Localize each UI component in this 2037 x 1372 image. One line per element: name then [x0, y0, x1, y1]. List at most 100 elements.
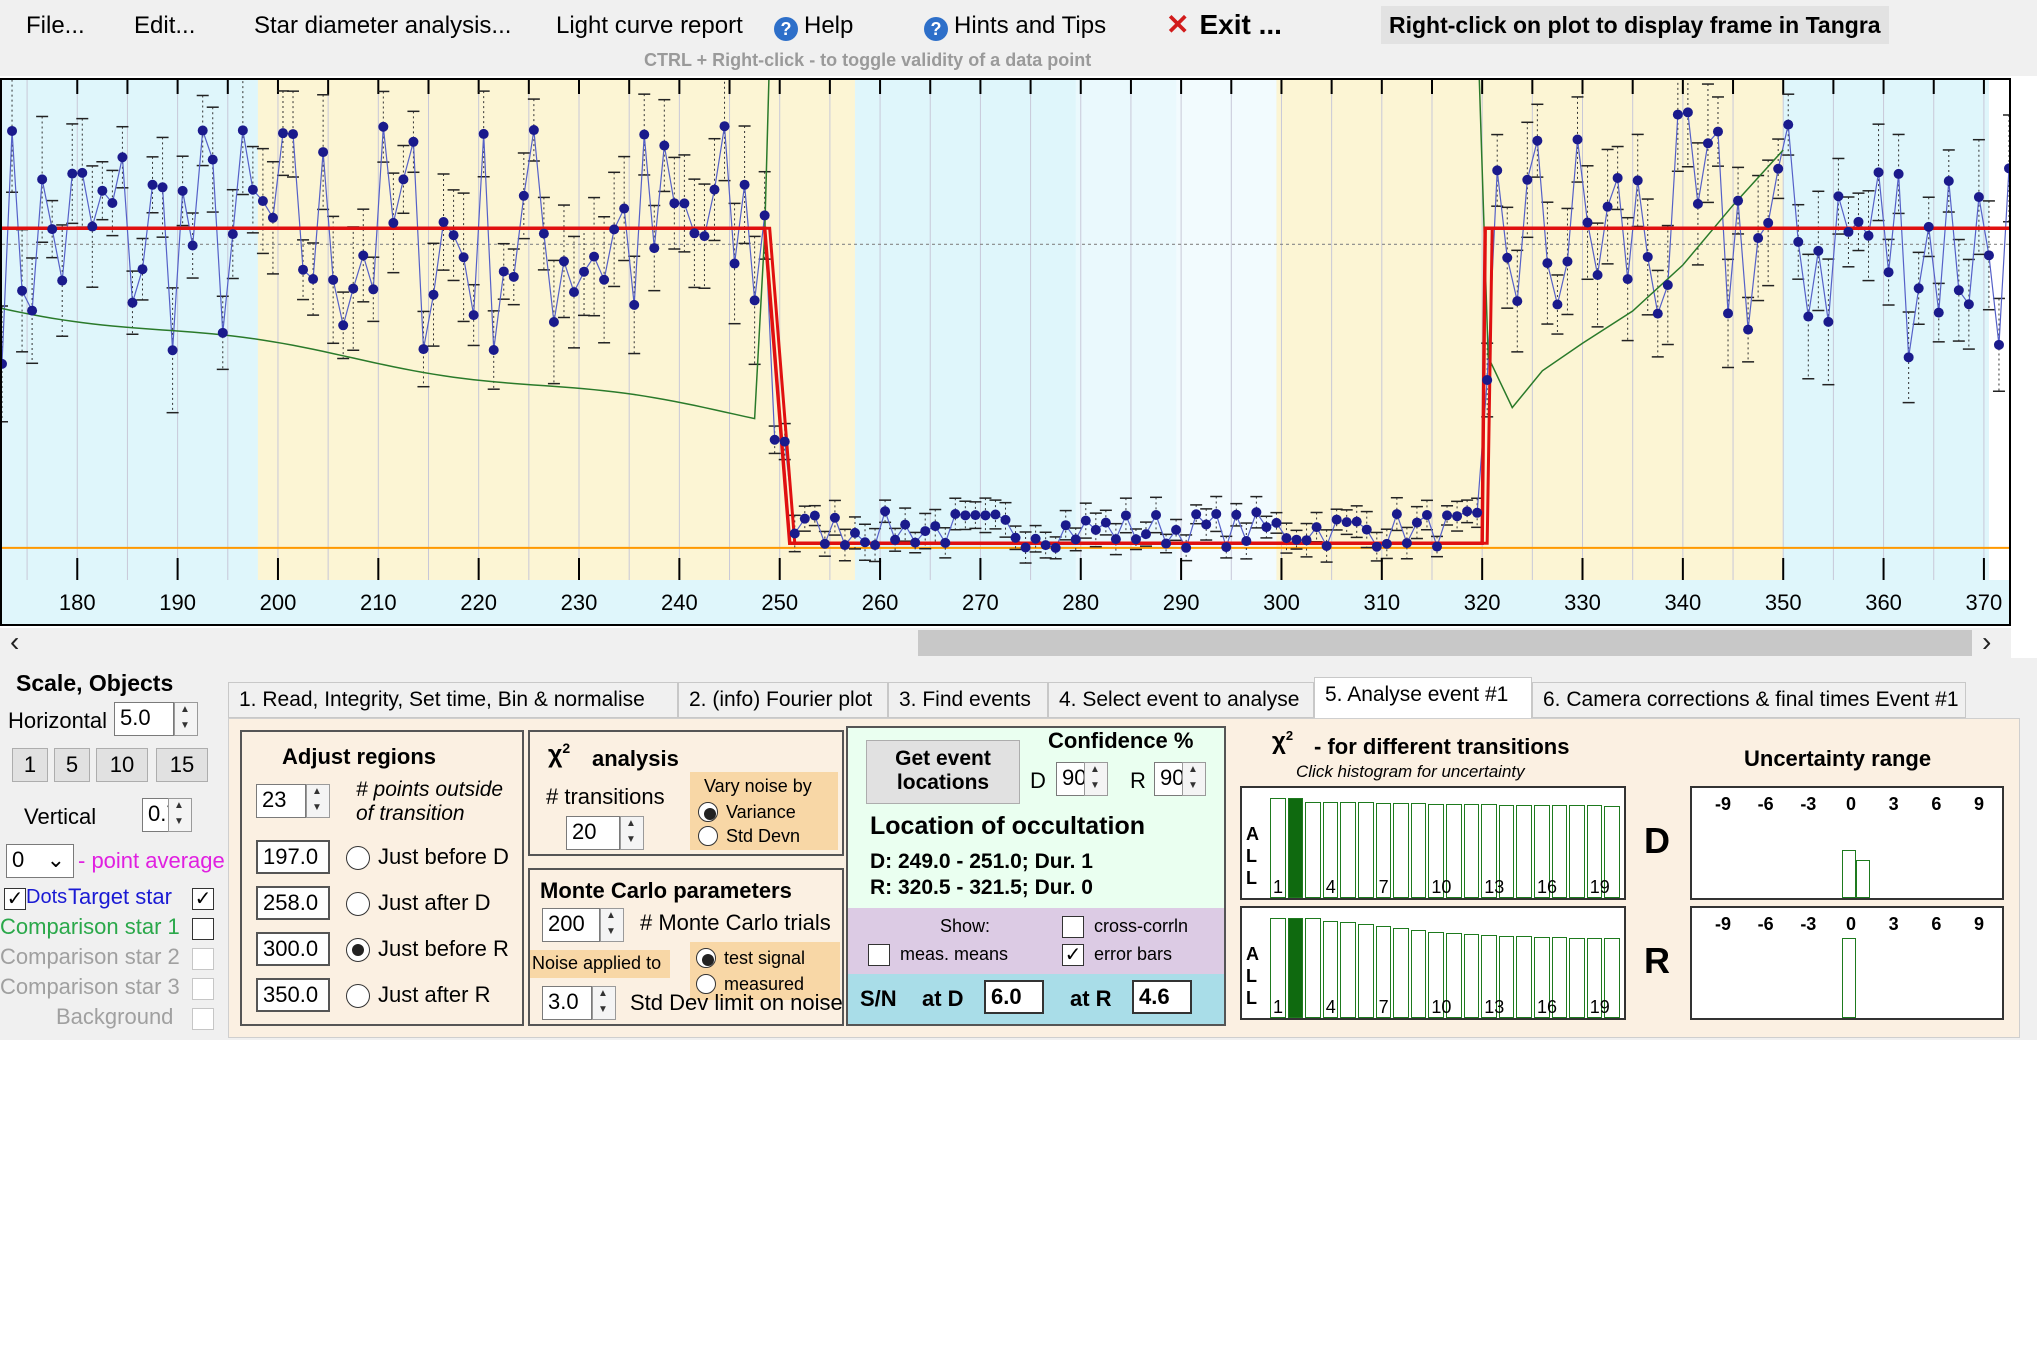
- chi2-bar[interactable]: [1569, 805, 1585, 898]
- get-event-locations-button[interactable]: Get event locations: [866, 740, 1020, 804]
- std-dev-limit-spinner[interactable]: [592, 986, 616, 1020]
- region-just-after-r-input[interactable]: 350.0: [256, 978, 330, 1012]
- monte-carlo-trials-input[interactable]: 200: [542, 908, 600, 942]
- tab-camera-corrections[interactable]: 6. Camera corrections & final times Even…: [1532, 682, 1966, 718]
- radio-just-after-d[interactable]: [346, 892, 370, 916]
- uncertainty-histogram-r[interactable]: -9 -6 -3 0 3 6 9: [1690, 906, 2004, 1020]
- chi2-histogram-r[interactable]: A L L 1 4 7 10 13 16 19: [1240, 906, 1626, 1020]
- scroll-right-icon[interactable]: ›: [1982, 626, 1991, 658]
- radio-std-devn[interactable]: [698, 826, 718, 846]
- data-point: [669, 198, 680, 209]
- menu-help[interactable]: ? Help: [774, 12, 853, 41]
- uncertainty-bar[interactable]: [1856, 860, 1871, 898]
- chi2-bar[interactable]: [1358, 802, 1374, 898]
- meas-means-checkbox[interactable]: [868, 944, 890, 966]
- chi2-bar[interactable]: [1340, 922, 1356, 1018]
- chi2-bar[interactable]: [1516, 805, 1532, 898]
- chi2-bar[interactable]: [1393, 803, 1409, 898]
- object-comparison2-checkbox[interactable]: [192, 948, 214, 970]
- points-outside-spinner[interactable]: [306, 784, 330, 818]
- scale-button-10[interactable]: 10: [96, 748, 148, 782]
- data-point: [37, 174, 48, 185]
- radio-just-before-r-label: Just before R: [378, 936, 509, 961]
- horizontal-scale-input[interactable]: 5.0: [114, 702, 174, 736]
- object-comparison3-checkbox[interactable]: [192, 978, 214, 1000]
- chi2-bar[interactable]: [1305, 802, 1321, 898]
- data-point: [1010, 532, 1021, 543]
- confidence-d-spinner[interactable]: [1084, 762, 1108, 796]
- vertical-spinner[interactable]: [168, 798, 192, 832]
- radio-just-after-r[interactable]: [346, 984, 370, 1008]
- radio-test-signal[interactable]: [696, 948, 716, 968]
- horizontal-spinner[interactable]: [174, 702, 198, 736]
- chi2-bar[interactable]: [1569, 938, 1585, 1018]
- chi2-bar[interactable]: [1287, 918, 1304, 1018]
- region-just-before-d-input[interactable]: 197.0: [256, 840, 330, 874]
- chi2-bar[interactable]: [1393, 928, 1409, 1018]
- tab-read-integrity[interactable]: 1. Read, Integrity, Set time, Bin & norm…: [228, 682, 678, 718]
- data-point: [27, 305, 38, 316]
- radio-variance-label: Variance: [726, 802, 796, 822]
- menu-file[interactable]: File...: [26, 12, 85, 40]
- scroll-thumb[interactable]: [918, 630, 1972, 656]
- radio-just-before-r[interactable]: [346, 938, 370, 962]
- data-point: [1773, 163, 1784, 174]
- tab-find-events[interactable]: 3. Find events: [888, 682, 1048, 718]
- scroll-left-icon[interactable]: ‹: [10, 626, 19, 658]
- chi2-bar[interactable]: [1410, 930, 1427, 1018]
- data-point: [849, 527, 860, 538]
- data-point: [237, 125, 248, 136]
- radio-variance[interactable]: [698, 802, 718, 822]
- dots-checkbox[interactable]: ✓: [4, 888, 26, 910]
- confidence-r-spinner[interactable]: [1182, 762, 1206, 796]
- tab-fourier[interactable]: 2. (info) Fourier plot: [678, 682, 888, 718]
- radio-just-before-d[interactable]: [346, 846, 370, 870]
- tab-select-event[interactable]: 4. Select event to analyse: [1048, 682, 1314, 718]
- data-point: [1452, 511, 1463, 522]
- chi2-bar[interactable]: [1358, 924, 1374, 1018]
- object-background-checkbox[interactable]: [192, 1008, 214, 1030]
- object-target-checkbox[interactable]: ✓: [192, 888, 214, 910]
- scale-button-5[interactable]: 5: [54, 748, 90, 782]
- region-just-before-r-input[interactable]: 300.0: [256, 932, 330, 966]
- data-point: [1983, 250, 1994, 261]
- object-comparison1-checkbox[interactable]: [192, 918, 214, 940]
- region-just-after-d-input[interactable]: 258.0: [256, 886, 330, 920]
- point-average-select[interactable]: 0 ⌄: [6, 844, 74, 878]
- light-curve-svg[interactable]: 180 190 200 210 220 230 240 250 260 270 280 290 300 3…: [2, 80, 2011, 626]
- monte-carlo-trials-spinner[interactable]: [600, 908, 624, 942]
- menu-light-curve-report[interactable]: Light curve report: [556, 12, 743, 40]
- data-point: [1993, 339, 2004, 350]
- chi2-bar[interactable]: [1463, 804, 1480, 898]
- transitions-input[interactable]: 20: [566, 816, 620, 850]
- light-curve-plot[interactable]: 180 190 200 210 220 230 240 250 260 270 280 290 300 3…: [0, 78, 2011, 626]
- chi2-bar[interactable]: [1410, 803, 1427, 898]
- plot-horizontal-scrollbar[interactable]: ‹ ›: [0, 626, 2011, 658]
- chi2-bar[interactable]: [1516, 936, 1532, 1018]
- uncertainty-histogram-d[interactable]: -9 -6 -3 0 3 6 9: [1690, 786, 2004, 900]
- chi2-side-letter: L: [1246, 868, 1257, 888]
- scale-button-15[interactable]: 15: [156, 748, 208, 782]
- menu-edit[interactable]: Edit...: [134, 12, 195, 40]
- chi2-bar[interactable]: [1340, 802, 1356, 898]
- points-outside-input[interactable]: 23: [256, 784, 306, 818]
- chi2-tick-label: 16: [1537, 877, 1558, 897]
- transitions-spinner[interactable]: [620, 816, 644, 850]
- menu-exit-label: Exit ...: [1199, 9, 1282, 40]
- menu-exit[interactable]: ✕ Exit ...: [1166, 8, 1282, 41]
- uncertainty-bar[interactable]: [1842, 938, 1856, 1018]
- tab-analyse-event[interactable]: 5. Analyse event #1: [1314, 677, 1532, 719]
- chi2-bar[interactable]: [1463, 934, 1480, 1018]
- error-bars-checkbox[interactable]: ✓: [1062, 944, 1084, 966]
- menu-star-diameter[interactable]: Star diameter analysis...: [254, 12, 511, 40]
- cross-corrln-checkbox[interactable]: [1062, 916, 1084, 938]
- data-point: [1743, 324, 1754, 335]
- chi2-bar[interactable]: [1305, 918, 1321, 1018]
- std-dev-limit-input[interactable]: 3.0: [542, 986, 592, 1020]
- show-label: Show:: [940, 916, 991, 936]
- chi2-bar[interactable]: [1287, 798, 1304, 898]
- menu-hints[interactable]: ? Hints and Tips: [924, 12, 1106, 41]
- uncertainty-bar[interactable]: [1842, 850, 1856, 898]
- chi2-histogram-d[interactable]: A L L 1 4 7 10 13 16 19: [1240, 786, 1626, 900]
- scale-button-1[interactable]: 1: [12, 748, 48, 782]
